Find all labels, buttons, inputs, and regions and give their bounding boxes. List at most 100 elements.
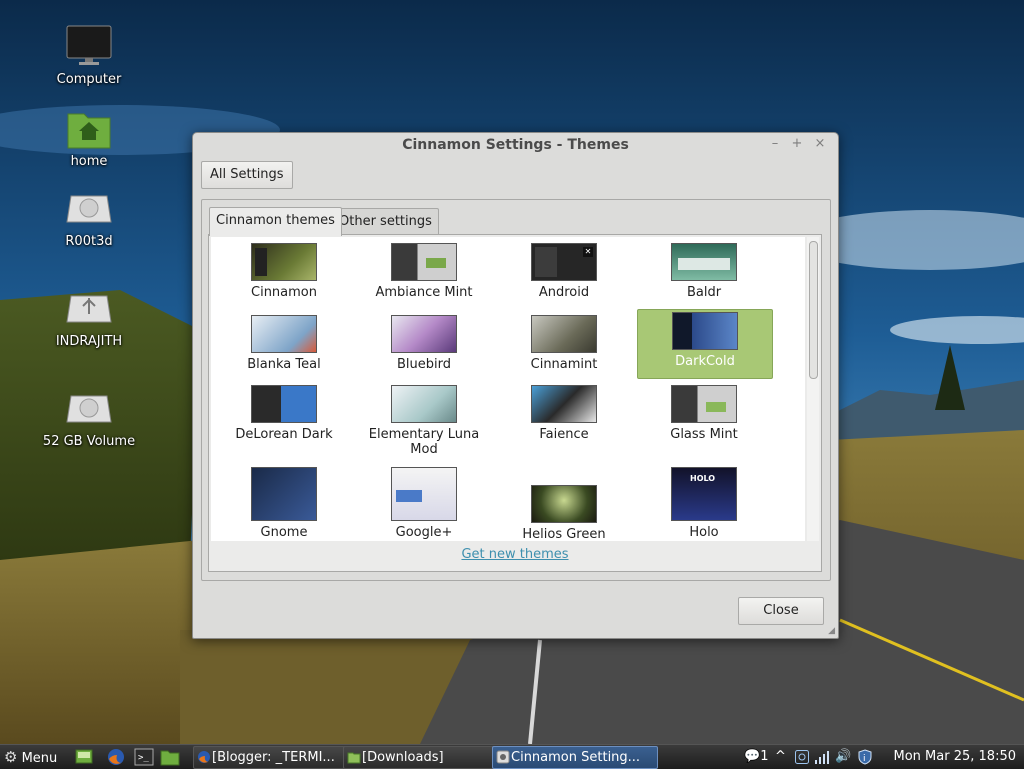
theme-thumbnail	[671, 385, 737, 423]
home-folder-icon	[65, 104, 113, 152]
theme-thumbnail	[531, 315, 597, 353]
resize-grip-icon[interactable]: ◢	[828, 626, 835, 636]
shield-icon[interactable]: i	[857, 745, 873, 769]
themes-window: Cinnamon Settings - Themes – + × All Set…	[192, 132, 839, 639]
tab-other-settings[interactable]: Other settings	[332, 208, 439, 235]
theme-name: Ambiance Mint	[375, 285, 473, 300]
theme-thumbnail	[391, 385, 457, 423]
theme-item-google-plus[interactable]: Google+	[357, 467, 491, 540]
task-label: [Downloads]	[362, 750, 444, 765]
window-titlebar[interactable]: Cinnamon Settings - Themes – + ×	[193, 133, 838, 157]
clock[interactable]: Mon Mar 25, 18:50	[894, 745, 1016, 769]
files-launcher-icon[interactable]	[160, 745, 180, 769]
desktop-icon-label: INDRAJITH	[55, 334, 123, 349]
drive-icon	[65, 184, 113, 232]
desktop-icon-computer[interactable]: Computer	[34, 22, 144, 88]
theme-name: Cinnamon	[251, 285, 317, 300]
theme-thumbnail	[531, 385, 597, 423]
theme-name: Bluebird	[397, 357, 451, 372]
notifications-applet[interactable]: 💬1	[744, 745, 768, 769]
theme-name: DeLorean Dark	[235, 427, 333, 442]
theme-name: DarkCold	[675, 354, 735, 369]
theme-item-darkcold[interactable]: DarkCold	[637, 309, 773, 379]
theme-thumbnail	[672, 312, 738, 350]
chat-bubble-icon: 💬	[744, 749, 761, 764]
theme-name: Holo	[689, 525, 719, 540]
svg-text:>_: >_	[138, 753, 149, 763]
themes-frame: Cinnamon themes Other settings Cinnamon …	[201, 199, 831, 581]
theme-thumbnail	[671, 243, 737, 281]
desktop-icon-indrajith[interactable]: INDRAJITH	[34, 284, 144, 350]
theme-name: Cinnamint	[530, 357, 598, 372]
all-settings-button[interactable]: All Settings	[201, 161, 293, 189]
chevron-up-icon[interactable]: ^	[775, 745, 786, 769]
task-label: Cinnamon Setting...	[511, 750, 641, 765]
drive-icon	[65, 384, 113, 432]
theme-thumbnail	[391, 467, 457, 521]
firefox-launcher-icon[interactable]	[106, 745, 126, 769]
theme-name: Android	[538, 285, 590, 300]
theme-thumbnail: HOLO	[671, 467, 737, 521]
theme-item-cinnamint[interactable]: Cinnamint	[497, 315, 631, 372]
theme-grid-scrollbar[interactable]	[807, 237, 819, 541]
theme-item-cinnamon[interactable]: Cinnamon	[217, 243, 351, 300]
desktop-icon-r00t3d[interactable]: R00t3d	[34, 184, 144, 250]
theme-item-helios-green[interactable]: Helios Green	[497, 485, 631, 541]
gear-icon: ⚙	[4, 748, 18, 766]
close-button[interactable]: Close	[738, 597, 824, 625]
desktop-icon-label: 52 GB Volume	[42, 434, 136, 449]
terminal-launcher-icon[interactable]: >_	[134, 745, 154, 769]
monitor-icon	[65, 22, 113, 70]
theme-item-ambiance-mint[interactable]: Ambiance Mint	[357, 243, 491, 300]
theme-thumbnail	[391, 315, 457, 353]
theme-thumbnail: ✕	[531, 243, 597, 281]
theme-item-baldr[interactable]: Baldr	[637, 243, 771, 300]
theme-item-faience[interactable]: Faience	[497, 385, 631, 442]
theme-item-gnome[interactable]: Gnome	[217, 467, 351, 540]
theme-thumbnail	[251, 385, 317, 423]
desktop-icon-label: R00t3d	[65, 234, 113, 249]
theme-thumbnail	[391, 243, 457, 281]
theme-thumbnail	[251, 315, 317, 353]
usb-drive-icon	[65, 284, 113, 332]
scrollbar-thumb[interactable]	[809, 241, 818, 379]
theme-thumbnail	[531, 485, 597, 523]
menu-label: Menu	[21, 751, 58, 766]
close-icon[interactable]: ×	[812, 136, 828, 152]
desktop-icon-home[interactable]: home	[34, 104, 144, 170]
theme-name: Google+	[395, 525, 453, 540]
bottom-panel: ⚙ Menu >_ [Blogger: _TERMI... [Downloads…	[0, 744, 1024, 769]
theme-item-elementary-luna-mod[interactable]: Elementary Luna Mod	[357, 385, 491, 457]
task-cinnamon-settings[interactable]: Cinnamon Setting...	[492, 746, 658, 769]
network-signal-icon[interactable]	[814, 745, 830, 769]
notification-count: 1	[760, 749, 769, 764]
update-manager-icon[interactable]	[795, 745, 809, 769]
window-title: Cinnamon Settings - Themes	[402, 137, 629, 153]
tab-cinnamon-themes[interactable]: Cinnamon themes	[209, 207, 342, 236]
svg-text:i: i	[863, 754, 866, 764]
theme-item-holo[interactable]: HOLO Holo	[637, 467, 771, 540]
task-downloads[interactable]: [Downloads]	[343, 746, 507, 769]
desktop-icon-label: home	[70, 154, 108, 169]
theme-item-bluebird[interactable]: Bluebird	[357, 315, 491, 372]
desktop-icon-label: Computer	[56, 72, 122, 87]
theme-thumbnail	[251, 243, 317, 281]
theme-item-delorean-dark[interactable]: DeLorean Dark	[217, 385, 351, 442]
minimize-icon[interactable]: –	[767, 136, 783, 152]
show-desktop-icon[interactable]	[74, 745, 94, 769]
folder-icon	[347, 750, 361, 764]
theme-item-android[interactable]: ✕ Android	[497, 243, 631, 300]
theme-item-blanka-teal[interactable]: Blanka Teal	[217, 315, 351, 372]
theme-name: Glass Mint	[670, 427, 738, 442]
theme-item-glass-mint[interactable]: Glass Mint	[637, 385, 771, 442]
volume-icon[interactable]: 🔊	[835, 745, 851, 769]
theme-thumbnail	[251, 467, 317, 521]
maximize-icon[interactable]: +	[789, 136, 805, 152]
task-blogger[interactable]: [Blogger: _TERMI...	[193, 746, 359, 769]
theme-grid: Cinnamon Ambiance Mint ✕ Android Baldr B…	[211, 237, 805, 541]
desktop-icon-52gb-volume[interactable]: 52 GB Volume	[34, 384, 144, 450]
firefox-icon	[197, 750, 211, 764]
menu-button[interactable]: ⚙ Menu	[4, 745, 57, 769]
get-new-themes-link[interactable]: Get new themes	[209, 547, 821, 562]
theme-name: Gnome	[260, 525, 308, 540]
